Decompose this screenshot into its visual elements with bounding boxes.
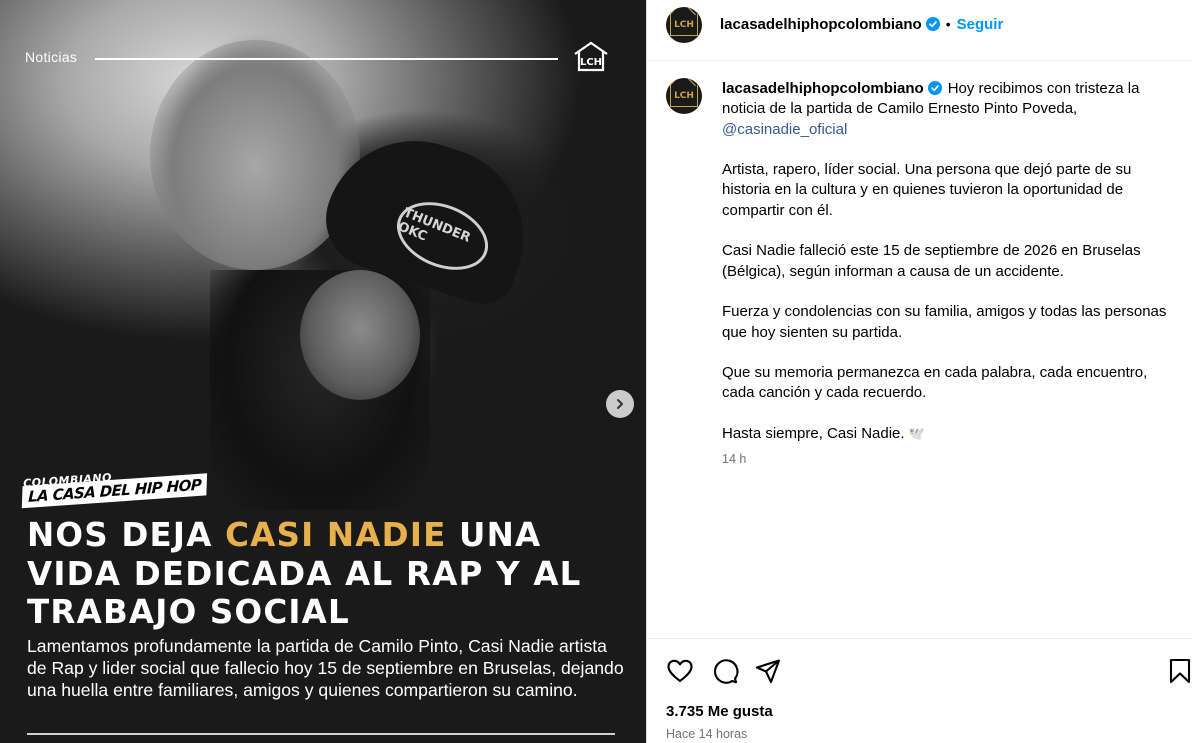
verified-badge-icon [927,81,942,95]
likes-count[interactable]: 3.735 Me gusta [666,703,773,720]
headline-part-1: NOS DEJA [27,516,226,554]
post-image[interactable]: THUNDER OKC Noticias LCH COLOMBIANO LA C… [0,0,646,743]
caption-paragraph: Casi Nadie falleció este 15 de septiembr… [722,242,1141,280]
caption-intro: lacasadelhiphopcolombiano Hoy recibimos c… [722,79,1172,140]
image-summary: Lamentamos profundamente la partida de C… [27,636,624,700]
next-slide-button[interactable] [606,390,634,418]
caption-username[interactable]: lacasadelhiphopcolombiano [722,80,942,97]
follow-button[interactable]: Seguir [957,16,1004,33]
header-user-row: lacasadelhiphopcolombiano • Seguir [720,16,1003,34]
caption-closing-text: Hasta siempre, Casi Nadie. [722,425,905,443]
avatar-logo-icon: LCH [670,85,698,107]
caption-time[interactable]: 14 h [722,452,746,466]
caption-username-text: lacasadelhiphopcolombiano [722,80,924,97]
caption-avatar[interactable]: LCH [666,78,702,114]
bookmark-icon[interactable] [1166,657,1192,685]
posted-time: Hace 14 horas [666,727,748,741]
bottom-divider [27,733,615,735]
svg-text:LCH: LCH [580,57,602,68]
post-side-panel: LCH lacasadelhiphopcolombiano • Seguir LCH… [646,0,1192,743]
caption-paragraph: Que su memoria permanezca en cada palabr… [722,364,1148,402]
chevron-right-icon [617,399,623,409]
avatar-logo-icon: LCH [670,14,698,36]
comment-icon[interactable] [711,657,739,685]
share-icon[interactable] [754,657,782,685]
mention-link[interactable]: @casinadie_oficial [722,121,847,138]
headline-highlight: CASI NADIE [225,516,447,554]
header-separator: • [945,16,951,32]
caption: lacasadelhiphopcolombiano Hoy recibimos c… [722,79,1172,444]
category-divider [95,58,558,60]
photo-face [300,270,420,400]
category-label: Noticias [25,49,78,65]
caption-paragraph: Fuerza y condolencias con su familia, am… [722,303,1167,341]
heart-icon[interactable] [666,657,694,685]
post-header: LCH lacasadelhiphopcolombiano • Seguir [647,0,1192,61]
avatar[interactable]: LCH [666,7,702,43]
header-username[interactable]: lacasadelhiphopcolombiano [720,16,922,33]
verified-badge-icon [925,17,940,31]
headline: NOS DEJA CASI NADIE UNA VIDA DEDICADA AL… [27,516,627,632]
house-logo-icon: LCH [574,41,608,72]
caption-closing: Hasta siempre, Casi Nadie. 🕊️ [722,424,1172,444]
dove-icon: 🕊️ [908,426,925,442]
caption-paragraph: Artista, rapero, líder social. Una perso… [722,161,1132,219]
